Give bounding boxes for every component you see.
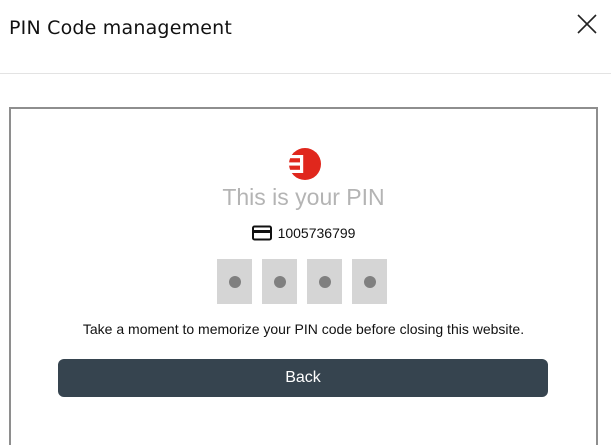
pin-masked-dot bbox=[318, 275, 331, 288]
card-number-row: 1005736799 bbox=[11, 224, 596, 245]
pin-code-display bbox=[217, 259, 387, 304]
pin-masked-dot bbox=[363, 275, 376, 288]
brand-logo-icon bbox=[288, 147, 322, 181]
pin-masked-dot bbox=[273, 275, 286, 288]
dialog-title: PIN Code management bbox=[9, 17, 233, 39]
pin-digit-box bbox=[307, 259, 342, 304]
pin-masked-dot bbox=[228, 275, 241, 288]
pin-content-frame: This is your PIN 1005736799 Take a momen… bbox=[9, 107, 598, 445]
credit-card-icon bbox=[251, 225, 272, 245]
card-number: 1005736799 bbox=[277, 225, 356, 241]
pin-management-dialog: PIN Code management This is your PIN 100… bbox=[0, 0, 611, 445]
pin-digit-box bbox=[217, 259, 252, 304]
back-button[interactable]: Back bbox=[58, 359, 548, 397]
close-icon bbox=[577, 14, 597, 34]
close-button[interactable] bbox=[570, 7, 604, 41]
pin-title: This is your PIN bbox=[222, 184, 385, 210]
pin-digit-box bbox=[352, 259, 387, 304]
memorize-message: Take a moment to memorize your PIN code … bbox=[82, 321, 525, 337]
dialog-header: PIN Code management bbox=[0, 0, 611, 74]
pin-digit-box bbox=[262, 259, 297, 304]
